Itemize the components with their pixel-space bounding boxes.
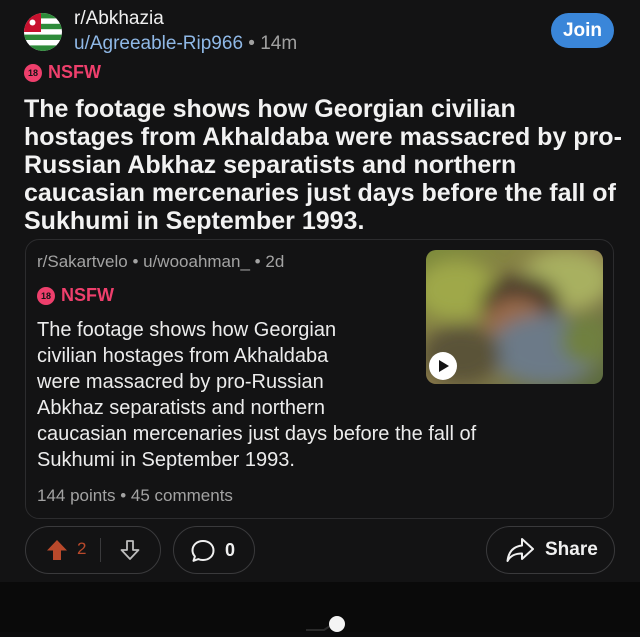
downvote-arrow-icon — [120, 540, 140, 560]
crosspost-comments: 45 comments — [130, 486, 233, 505]
share-label: Share — [545, 539, 598, 560]
crosspost-nsfw-tag: 18 NSFW — [37, 285, 114, 306]
meta-separator: • — [132, 252, 139, 271]
post-card: r/Abkhazia u/Agreeable-Rip966 • 14m Join… — [0, 0, 640, 582]
author-link[interactable]: u/Agreeable-Rip966 — [74, 33, 243, 54]
meta-separator: • — [254, 252, 261, 271]
nsfw-tag: 18 NSFW — [24, 62, 101, 83]
crosspost-title-line: Sukhumi in September 1993. — [37, 449, 295, 471]
nsfw-label: NSFW — [48, 62, 101, 82]
meta-separator: • — [120, 486, 127, 505]
crosspost-author[interactable]: u/wooahman_ — [143, 252, 250, 271]
meta-separator: • — [248, 33, 255, 54]
upvote-arrow-icon — [47, 540, 67, 560]
subreddit-name[interactable]: r/Abkhazia — [74, 8, 164, 30]
vote-count: 2 — [77, 539, 87, 558]
crosspost-title-line: civilian hostages from Akhaldaba — [37, 345, 329, 367]
nsfw-label: NSFW — [61, 285, 114, 305]
cursor-icon — [304, 614, 346, 632]
crosspost-points: 144 points — [37, 486, 116, 505]
post-time: 14m — [260, 33, 298, 54]
crosspost-meta: r/Sakartvelo • u/wooahman_ • 2d — [37, 252, 284, 272]
upvote-button[interactable] — [46, 539, 68, 561]
subreddit-avatar[interactable] — [24, 13, 62, 51]
crosspost-subreddit[interactable]: r/Sakartvelo — [37, 252, 128, 271]
nsfw-18-icon: 18 — [24, 63, 42, 82]
vote-divider — [100, 538, 101, 562]
post-title[interactable]: The footage shows how Georgian civilian … — [24, 95, 624, 235]
crosspost-title-line: caucasian mercenaries just days before t… — [37, 423, 477, 445]
nsfw-18-icon: 18 — [37, 286, 55, 305]
comment-bubble-icon — [190, 538, 216, 564]
post-meta: u/Agreeable-Rip966 • 14m — [74, 33, 297, 55]
crosspost-title-line: The footage shows how Georgian — [37, 319, 337, 341]
share-arrow-icon — [505, 536, 535, 564]
abkhazia-flag-icon — [24, 13, 62, 51]
comment-count: 0 — [225, 540, 236, 560]
downvote-button[interactable] — [118, 538, 142, 562]
crosspost-time: 2d — [265, 252, 285, 271]
crosspost-stats: 144 points • 45 comments — [37, 486, 233, 506]
join-button[interactable]: Join — [551, 13, 614, 48]
crosspost-title-line: Abkhaz separatists and northern — [37, 397, 325, 419]
crosspost-title-line: were massacred by pro-Russian — [37, 371, 324, 393]
crosspost-title[interactable]: The footage shows how Georgian civilian … — [37, 317, 562, 473]
